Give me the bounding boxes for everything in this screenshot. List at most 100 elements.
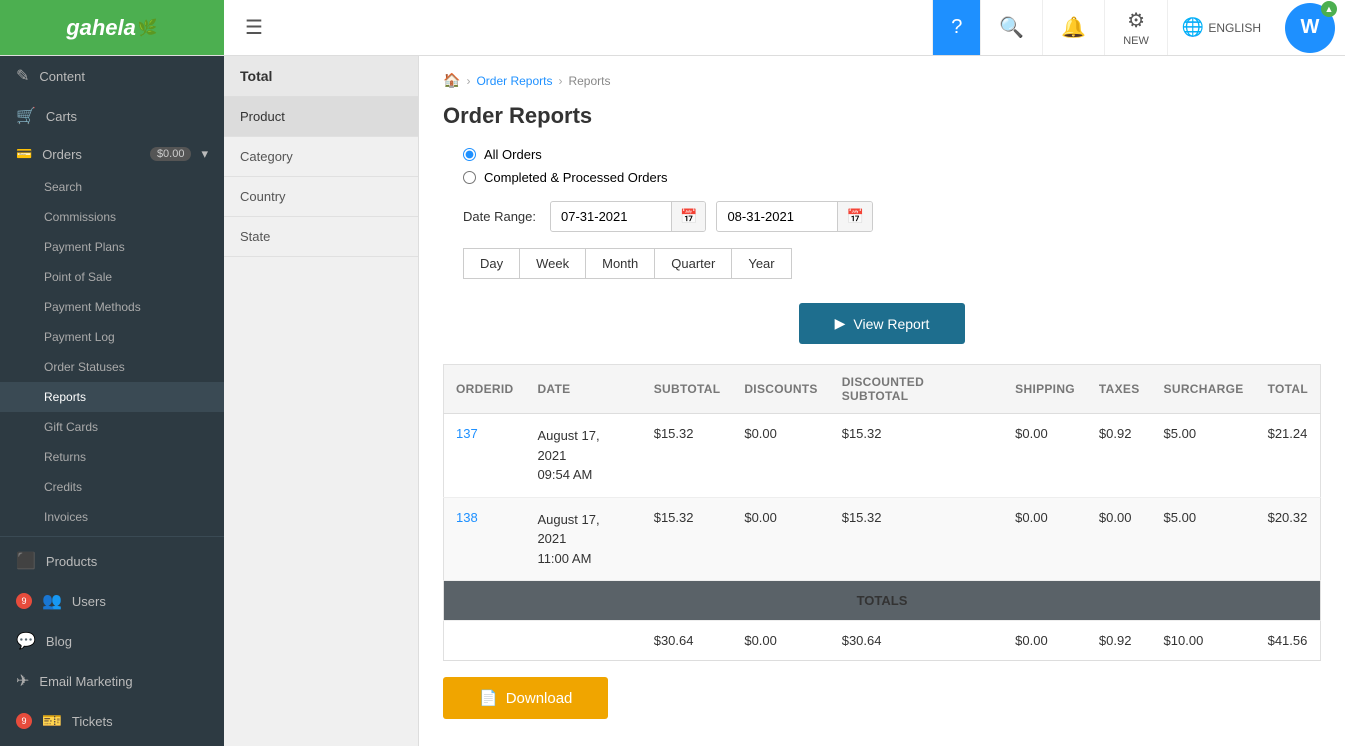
sidebar-item-carts[interactable]: 🛒 Carts <box>0 96 224 136</box>
submenu-payment-plans[interactable]: Payment Plans <box>0 232 224 262</box>
submenu-returns[interactable]: Returns <box>0 442 224 472</box>
radio-all-orders-label: All Orders <box>484 147 542 162</box>
totals-discounts: $0.00 <box>732 621 829 661</box>
language-selector[interactable]: 🌐 ENGLISH <box>1167 0 1275 55</box>
breadcrumb-order-reports[interactable]: Order Reports <box>476 74 552 88</box>
products-icon: ⬛ <box>16 551 36 571</box>
submenu-gift-cards[interactable]: Gift Cards <box>0 412 224 442</box>
report-table: ORDERID DATE SUBTOTAL DISCOUNTS DISCOUNT… <box>443 364 1321 661</box>
radio-completed-input[interactable] <box>463 171 476 184</box>
col-total: TOTAL <box>1256 365 1321 414</box>
col-discounts: DISCOUNTS <box>732 365 829 414</box>
breadcrumb-current: Reports <box>568 74 610 88</box>
discounts-cell: $0.00 <box>732 497 829 581</box>
help-button[interactable]: ? <box>932 0 980 55</box>
period-buttons: Day Week Month Quarter Year <box>463 248 1321 279</box>
date-line2: 09:54 AM <box>537 467 592 482</box>
date-line2: 11:00 AM <box>537 551 591 566</box>
notifications-button[interactable]: 🔔 <box>1042 0 1104 55</box>
blog-icon: 💬 <box>16 631 36 651</box>
orders-badge: $0.00 <box>150 147 192 161</box>
sidebar-item-users[interactable]: 9 👥 Users <box>0 581 224 621</box>
quarter-button[interactable]: Quarter <box>654 248 732 279</box>
submenu-reports[interactable]: Reports <box>0 382 224 412</box>
date-cell: August 17, 2021 11:00 AM <box>525 497 641 581</box>
sidebar-item-email-marketing[interactable]: ✈ Email Marketing <box>0 661 224 701</box>
submenu-commissions[interactable]: Commissions <box>0 202 224 232</box>
submenu-order-statuses[interactable]: Order Statuses <box>0 352 224 382</box>
calendar-end-icon[interactable]: 📅 <box>837 202 871 231</box>
avatar[interactable]: W ▲ <box>1285 3 1335 53</box>
month-button[interactable]: Month <box>585 248 655 279</box>
sidebar-divider <box>0 536 224 537</box>
order-id-cell: 138 <box>444 497 526 581</box>
carts-icon: 🛒 <box>16 106 36 126</box>
sidebar-item-label: Content <box>39 69 208 84</box>
gear-icon: ⚙ <box>1127 8 1145 33</box>
sidebar-item-label: Carts <box>46 109 208 124</box>
avatar-badge: ▲ <box>1321 1 1337 17</box>
radio-completed[interactable]: Completed & Processed Orders <box>463 170 1321 185</box>
language-label: ENGLISH <box>1208 21 1261 35</box>
search-button[interactable]: 🔍 <box>980 0 1042 55</box>
main-layout: ✎ Content 🛒 Carts 💳 Orders $0.00 ▾ Searc… <box>0 56 1345 746</box>
hamburger-button[interactable]: ☰ <box>224 15 284 40</box>
sidebar-item-products[interactable]: ⬛ Products <box>0 541 224 581</box>
discounted-subtotal-cell: $15.32 <box>830 497 1003 581</box>
sub-sidebar-item-category[interactable]: Category <box>224 137 418 177</box>
sidebar-item-label: Tickets <box>72 714 208 729</box>
subtotal-cell: $15.32 <box>642 414 733 498</box>
totals-shipping: $0.00 <box>1003 621 1087 661</box>
date-cell: August 17, 2021 09:54 AM <box>525 414 641 498</box>
new-button[interactable]: ⚙ NEW <box>1104 0 1167 55</box>
search-icon: 🔍 <box>999 15 1024 40</box>
totals-subtotal: $30.64 <box>642 621 733 661</box>
sidebar: ✎ Content 🛒 Carts 💳 Orders $0.00 ▾ Searc… <box>0 56 224 746</box>
globe-icon: 🌐 <box>1182 17 1204 38</box>
col-taxes: TAXES <box>1087 365 1152 414</box>
sidebar-item-orders[interactable]: 💳 Orders $0.00 ▾ <box>0 136 224 172</box>
order-id-link[interactable]: 138 <box>456 510 478 525</box>
surcharge-cell: $5.00 <box>1152 414 1256 498</box>
submenu-invoices[interactable]: Invoices <box>0 502 224 532</box>
table-row: 137 August 17, 2021 09:54 AM $15.32 $0.0… <box>444 414 1321 498</box>
view-report-button[interactable]: ▶ View Report <box>799 303 966 344</box>
header-actions: ? 🔍 🔔 ⚙ NEW 🌐 ENGLISH W ▲ <box>932 0 1345 55</box>
totals-date <box>525 621 641 661</box>
radio-all-orders[interactable]: All Orders <box>463 147 1321 162</box>
logo-text: gahela <box>66 15 136 41</box>
submenu-payment-methods[interactable]: Payment Methods <box>0 292 224 322</box>
sidebar-item-blog[interactable]: 💬 Blog <box>0 621 224 661</box>
submenu-point-of-sale[interactable]: Point of Sale <box>0 262 224 292</box>
submenu-payment-log[interactable]: Payment Log <box>0 322 224 352</box>
day-button[interactable]: Day <box>463 248 520 279</box>
sidebar-item-tickets[interactable]: 9 🎫 Tickets <box>0 701 224 741</box>
chevron-down-icon: ▾ <box>201 146 208 162</box>
order-id-link[interactable]: 137 <box>456 426 478 441</box>
year-button[interactable]: Year <box>731 248 791 279</box>
sub-sidebar-item-state[interactable]: State <box>224 217 418 257</box>
submenu-search[interactable]: Search <box>0 172 224 202</box>
breadcrumb-sep: › <box>466 74 470 88</box>
tickets-badge: 9 <box>16 713 32 729</box>
orders-icon: 💳 <box>16 146 32 162</box>
date-line1: August 17, 2021 <box>537 428 599 463</box>
radio-all-orders-input[interactable] <box>463 148 476 161</box>
download-label: Download <box>506 690 573 707</box>
sidebar-item-content[interactable]: ✎ Content <box>0 56 224 96</box>
sub-sidebar-item-product[interactable]: Product <box>224 97 418 137</box>
download-button[interactable]: 📄 Download <box>443 677 608 719</box>
sub-sidebar-item-country[interactable]: Country <box>224 177 418 217</box>
date-start-input[interactable] <box>551 203 671 230</box>
discounted-subtotal-cell: $15.32 <box>830 414 1003 498</box>
col-shipping: SHIPPING <box>1003 365 1087 414</box>
content-icon: ✎ <box>16 66 29 86</box>
totals-surcharge: $10.00 <box>1152 621 1256 661</box>
week-button[interactable]: Week <box>519 248 586 279</box>
home-icon[interactable]: 🏠 <box>443 72 460 89</box>
calendar-start-icon[interactable]: 📅 <box>671 202 705 231</box>
page-title: Order Reports <box>443 103 1321 129</box>
date-end-input[interactable] <box>717 203 837 230</box>
taxes-cell: $0.00 <box>1087 497 1152 581</box>
submenu-credits[interactable]: Credits <box>0 472 224 502</box>
